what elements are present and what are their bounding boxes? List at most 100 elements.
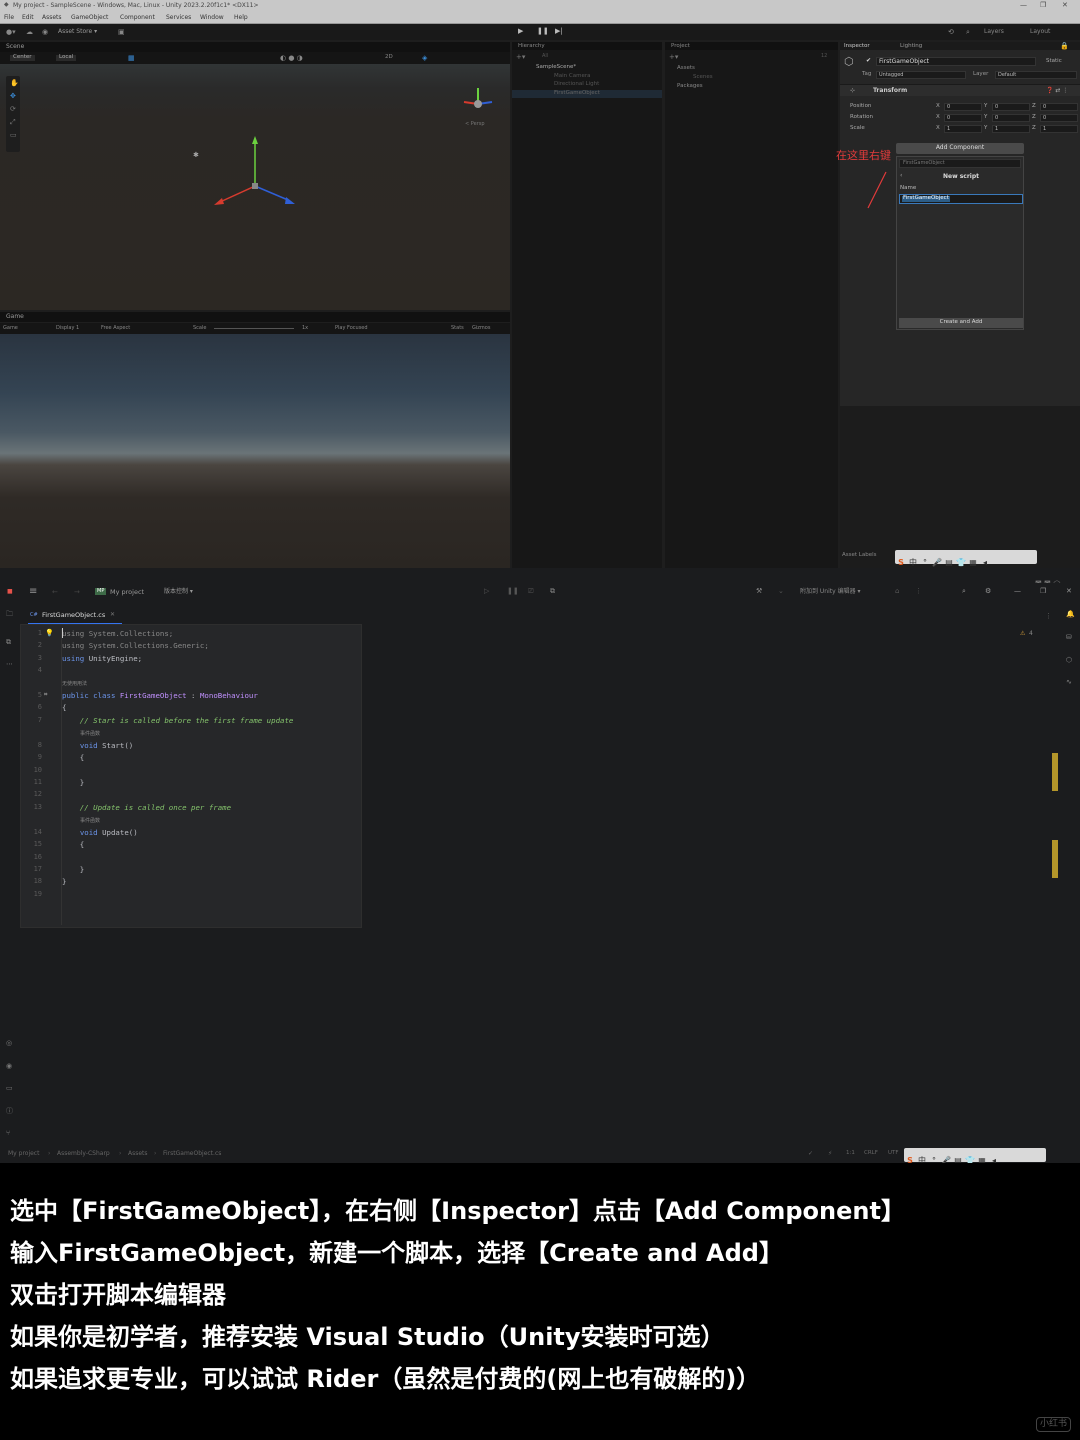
persp-label[interactable]: < Persp [465, 122, 485, 127]
bulb-icon[interactable]: 💡 [45, 630, 54, 637]
settings-gear-icon[interactable]: ⚙ [985, 588, 991, 595]
status-check-icon[interactable]: ✓ [808, 1151, 813, 1157]
database-icon[interactable]: ⛁ [1066, 634, 1072, 641]
pause-icon[interactable]: ❚❚ [507, 588, 519, 595]
menu-component[interactable]: Component [120, 15, 155, 21]
gizmo-x-arrow[interactable] [214, 198, 224, 205]
gizmos-icon[interactable]: ◈ [422, 55, 427, 62]
orientation-gizmo[interactable] [458, 84, 498, 124]
tab-game[interactable]: Game [6, 314, 24, 320]
forward-icon[interactable]: → [74, 589, 80, 596]
pivot-center-dropdown[interactable]: Center [10, 54, 35, 61]
breadcrumb-project[interactable]: My project [8, 1151, 39, 1157]
account-button[interactable]: ●▾ [6, 29, 16, 36]
ime-keyboard-icon[interactable]: ▤ [944, 558, 954, 568]
space-local-dropdown[interactable]: Local [56, 54, 77, 61]
rect-tool-icon[interactable]: ▭ [10, 132, 17, 139]
close-button[interactable]: ✕ [1062, 2, 1068, 9]
transform-y-field[interactable]: 0 [992, 114, 1030, 122]
services-icon[interactable]: ◎ [6, 1040, 12, 1047]
play-button[interactable]: ▶ [518, 28, 523, 35]
gizmo-y-arrow[interactable] [252, 136, 258, 144]
hierarchy-scene[interactable]: SampleScene* [536, 64, 576, 71]
event-hint-start[interactable]: 事件函数 [80, 730, 100, 737]
info-icon[interactable]: ⓘ [6, 1108, 13, 1115]
line-number[interactable]: 4 [22, 666, 42, 674]
rider-maximize-button[interactable]: ❐ [1040, 588, 1046, 595]
caret-position[interactable]: 1:1 [846, 1150, 855, 1157]
project-folder-packages[interactable]: Packages [677, 83, 703, 90]
transform-x-field[interactable]: 0 [944, 114, 982, 122]
line-number[interactable]: 16 [22, 853, 42, 861]
transform-gizmo[interactable] [200, 134, 310, 214]
asset-store-button[interactable]: Asset Store ▾ [58, 29, 97, 35]
line-number[interactable]: 11 [22, 778, 42, 786]
menu-services[interactable]: Services [166, 15, 191, 21]
add-object-button[interactable]: +▾ [516, 54, 525, 61]
gizmo-z-axis[interactable] [254, 185, 289, 201]
breadcrumb-assembly[interactable]: Assembly-CSharp [57, 1151, 110, 1157]
ime-chinese-icon[interactable]: 中 [908, 558, 918, 568]
tab-scene[interactable]: Scene [6, 44, 24, 50]
line-number[interactable]: 13 [22, 803, 42, 811]
sogou-icon[interactable]: S [896, 558, 906, 568]
rotate-tool-icon[interactable]: ⟳ [10, 106, 16, 113]
grid-icon[interactable]: ▦ [128, 55, 135, 62]
layout-dropdown[interactable]: Layout [1030, 29, 1050, 35]
ime-grid-icon[interactable]: ▦ [968, 558, 978, 568]
line-number[interactable]: 10 [22, 766, 42, 774]
back-icon[interactable]: ← [52, 589, 58, 596]
move-tool-icon[interactable]: ✥ [10, 93, 16, 100]
tab-inspector[interactable]: Inspector [844, 43, 870, 50]
run-icon[interactable]: ▷ [484, 588, 489, 595]
gizmo-center[interactable] [252, 183, 258, 189]
tab-hierarchy[interactable]: Hierarchy [518, 43, 545, 50]
ime-skin-icon[interactable]: 👕 [956, 558, 966, 568]
transform-x-field[interactable]: 0 [944, 103, 982, 111]
maximize-button[interactable]: ❐ [1040, 2, 1046, 9]
ime-toolbar-top[interactable]: S 中 ° 🎤 ▤ 👕 ▦ ◂ [895, 550, 1037, 567]
collab-icon[interactable]: ◉ [42, 29, 48, 36]
attach-unity-button[interactable]: 附加到 Unity 编辑器 ▾ [800, 589, 861, 595]
cloud-icon[interactable]: ☁ [26, 29, 33, 36]
ime-toolbar-bottom[interactable]: S 中 ° 🎤 ▤ 👕 ▦ ◂ [904, 1148, 1046, 1165]
line-number[interactable]: 1 [22, 629, 42, 637]
breadcrumb-assets[interactable]: Assets [128, 1151, 148, 1157]
light-gizmo-icon[interactable]: ✱ [193, 152, 199, 159]
line-number[interactable]: 17 [22, 865, 42, 873]
more-horizontal-icon[interactable]: ⋯ [6, 661, 13, 668]
ime-more-icon[interactable]: ◂ [980, 558, 990, 568]
unity-icon[interactable]: ⬡ [1066, 657, 1072, 664]
lock-icon[interactable]: 🔒 [1060, 43, 1069, 50]
menu-assets[interactable]: Assets [42, 15, 62, 21]
script-name-input[interactable]: FirstGameObject [899, 194, 1023, 204]
breadcrumb-file[interactable]: FirstGameObject.cs [163, 1151, 221, 1157]
hierarchy-selection-row[interactable]: FirstGameObject [512, 90, 662, 98]
line-number[interactable]: 15 [22, 840, 42, 848]
search-everywhere-icon[interactable]: ⌕ [962, 588, 966, 595]
usage-hint[interactable]: 无使用用法 [62, 680, 87, 687]
display-dropdown[interactable]: Display 1 [56, 326, 79, 331]
step-button[interactable]: ▶| [555, 28, 563, 35]
file-tab[interactable]: C# FirstGameObject.cs ✕ [22, 610, 122, 625]
scene-view[interactable]: ✋ ✥ ⟳ ⤢ ▭ ✱ < Persp [0, 64, 510, 310]
game-mode-dropdown[interactable]: Game [3, 326, 18, 331]
chevron-down-icon[interactable]: ⌄ [778, 588, 784, 595]
line-number[interactable]: 7 [22, 716, 42, 724]
warning-indicator[interactable]: ⚠ [1020, 631, 1025, 637]
transform-z-field[interactable]: 0 [1040, 103, 1078, 111]
toggle-2d-button[interactable]: 2D [385, 54, 393, 61]
bug-icon[interactable]: ⌂ [895, 588, 899, 595]
problems-icon[interactable]: ◉ [6, 1063, 12, 1070]
search-icon[interactable]: ⌕ [966, 29, 970, 36]
static-toggle[interactable]: Static [1046, 58, 1062, 65]
stats-button[interactable]: Stats [451, 326, 464, 331]
menu-window[interactable]: Window [200, 15, 224, 21]
folder-icon[interactable]: 🗀 [6, 611, 13, 618]
implements-icon[interactable]: ⌗ [44, 692, 47, 698]
gizmo-x-axis[interactable] [219, 185, 256, 203]
gizmo-z-arrow[interactable] [285, 197, 295, 204]
component-search-field[interactable]: FirstGameObject [899, 159, 1021, 168]
gizmos-button[interactable]: Gizmos [472, 326, 490, 331]
project-folder-scenes[interactable]: Scenes [693, 74, 713, 81]
